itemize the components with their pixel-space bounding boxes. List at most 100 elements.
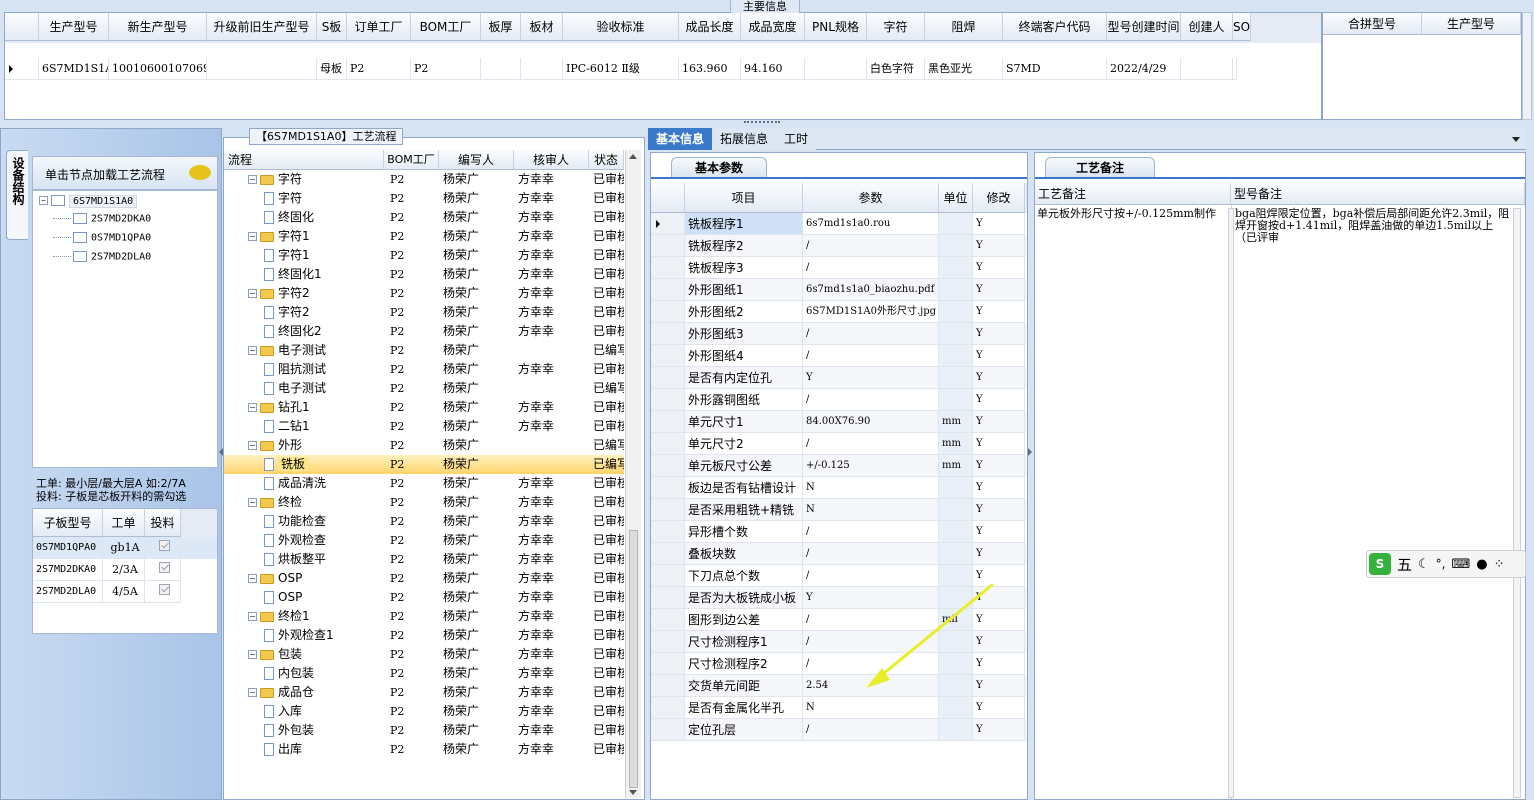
param-modify-cell[interactable]: Y bbox=[973, 323, 1025, 345]
main-cell[interactable]: S7MD bbox=[1003, 58, 1107, 80]
main-col-header[interactable]: 订单工厂 bbox=[347, 13, 411, 41]
flow-row[interactable]: 烘板整平 P2 杨荣广 方幸幸 已审核 bbox=[224, 550, 624, 569]
param-unit-cell[interactable] bbox=[939, 631, 973, 653]
param-item-cell[interactable]: 是否有金属化半孔 bbox=[685, 697, 803, 719]
param-modify-cell[interactable]: Y bbox=[973, 411, 1025, 433]
param-item-cell[interactable]: 是否采用粗铣+精铣 bbox=[685, 499, 803, 521]
param-value-cell[interactable]: 2.54 bbox=[803, 675, 939, 697]
flow-row[interactable]: − 字符 P2 杨荣广 方幸幸 已审核 bbox=[224, 170, 624, 189]
splitter-handle[interactable] bbox=[744, 121, 780, 125]
param-value-cell[interactable]: N bbox=[803, 697, 939, 719]
sub-board-row[interactable]: 2S7MD2DLA0 4/5A bbox=[33, 581, 217, 603]
main-cell[interactable]: 6S7MD1S1A0 bbox=[39, 58, 109, 80]
param-col-header[interactable]: 修改 bbox=[973, 183, 1025, 213]
param-item-cell[interactable]: 外形图纸3 bbox=[685, 323, 803, 345]
vertical-scrollbar[interactable] bbox=[1522, 12, 1532, 120]
param-item-cell[interactable]: 板边是否有钻槽设计 bbox=[685, 477, 803, 499]
model-note-text[interactable]: bga阻焊限定位置，bga补偿后局部间距允许2.3mil，阻焊开窗按d+1.41… bbox=[1235, 208, 1511, 244]
param-unit-cell[interactable] bbox=[939, 697, 973, 719]
flow-row[interactable]: − 终检1 P2 杨荣广 方幸幸 已审核 bbox=[224, 607, 624, 626]
flow-name-cell[interactable]: − OSP bbox=[224, 569, 384, 588]
param-unit-cell[interactable] bbox=[939, 257, 973, 279]
collapse-icon[interactable]: − bbox=[248, 232, 257, 241]
param-modify-cell[interactable]: Y bbox=[973, 213, 1025, 235]
param-item-cell[interactable]: 是否有内定位孔 bbox=[685, 367, 803, 389]
param-value-cell[interactable]: 6s7md1s1a0_biaozhu.pdf bbox=[803, 279, 939, 301]
grid-icon[interactable]: ⁘ bbox=[1494, 557, 1505, 572]
flow-name-cell[interactable]: − 字符1 bbox=[224, 227, 384, 246]
param-modify-cell[interactable]: Y bbox=[973, 345, 1025, 367]
param-unit-cell[interactable] bbox=[939, 367, 973, 389]
main-col-header[interactable]: 验收标准 bbox=[563, 13, 679, 41]
param-modify-cell[interactable]: Y bbox=[973, 565, 1025, 587]
flow-row[interactable]: − 包装 P2 杨荣广 方幸幸 已审核 bbox=[224, 645, 624, 664]
param-modify-cell[interactable]: Y bbox=[973, 389, 1025, 411]
moon-icon[interactable]: ☾ bbox=[1418, 557, 1430, 572]
flow-name-cell[interactable]: − 终检1 bbox=[224, 607, 384, 626]
flow-name-cell[interactable]: 出库 bbox=[224, 740, 384, 759]
flow-scrollbar[interactable] bbox=[625, 150, 641, 798]
param-unit-cell[interactable] bbox=[939, 323, 973, 345]
param-value-cell[interactable]: / bbox=[803, 719, 939, 741]
param-item-cell[interactable]: 下刀点总个数 bbox=[685, 565, 803, 587]
param-row[interactable]: 单元尺寸1 84.00X76.90 mm Y bbox=[651, 411, 1027, 433]
param-item-cell[interactable]: 尺寸检测程序2 bbox=[685, 653, 803, 675]
note-scrollbar[interactable] bbox=[1228, 208, 1234, 798]
param-item-cell[interactable]: 图形到边公差 bbox=[685, 609, 803, 631]
flow-row[interactable]: 字符1 P2 杨荣广 方幸幸 已审核 bbox=[224, 246, 624, 265]
param-item-cell[interactable]: 单元尺寸2 bbox=[685, 433, 803, 455]
param-row[interactable]: 是否有内定位孔 Y Y bbox=[651, 367, 1027, 389]
flow-name-cell[interactable]: 烘板整平 bbox=[224, 550, 384, 569]
param-modify-cell[interactable]: Y bbox=[973, 609, 1025, 631]
collapse-icon[interactable]: − bbox=[248, 574, 257, 583]
flow-row[interactable]: − 字符1 P2 杨荣广 方幸幸 已审核 bbox=[224, 227, 624, 246]
main-col-header[interactable]: 阻焊 bbox=[925, 13, 1003, 41]
main-col-header[interactable]: PNL规格 bbox=[805, 13, 867, 41]
flow-row[interactable]: 终固化 P2 杨荣广 方幸幸 已审核 bbox=[224, 208, 624, 227]
tree-node[interactable]: 2S7MD2DKA0 bbox=[53, 213, 151, 225]
param-modify-cell[interactable]: Y bbox=[973, 521, 1025, 543]
user-icon[interactable]: ● bbox=[1476, 557, 1487, 572]
flow-row[interactable]: 成品清洗 P2 杨荣广 方幸幸 已审核 bbox=[224, 474, 624, 493]
merge-col-header[interactable]: 合拼型号 bbox=[1323, 13, 1422, 35]
flow-name-cell[interactable]: 终固化 bbox=[224, 208, 384, 227]
param-col-header[interactable]: 项目 bbox=[685, 183, 803, 213]
param-unit-cell[interactable]: mm bbox=[939, 433, 973, 455]
param-modify-cell[interactable]: Y bbox=[973, 719, 1025, 741]
process-note-text[interactable]: 单元板外形尺寸按+/-0.125mm制作 bbox=[1037, 208, 1227, 220]
param-value-cell[interactable]: / bbox=[803, 631, 939, 653]
param-value-cell[interactable]: N bbox=[803, 499, 939, 521]
param-row[interactable]: 异形槽个数 / Y bbox=[651, 521, 1027, 543]
param-unit-cell[interactable] bbox=[939, 301, 973, 323]
param-value-cell[interactable]: / bbox=[803, 323, 939, 345]
collapse-icon[interactable]: − bbox=[248, 688, 257, 697]
param-unit-cell[interactable] bbox=[939, 719, 973, 741]
param-unit-cell[interactable] bbox=[939, 587, 973, 609]
collapse-icon[interactable]: − bbox=[248, 612, 257, 621]
param-row[interactable]: 单元尺寸2/mm Y bbox=[651, 433, 1027, 455]
param-item-cell[interactable]: 外形图纸1 bbox=[685, 279, 803, 301]
main-cell[interactable]: 母板 bbox=[317, 58, 347, 80]
param-unit-cell[interactable] bbox=[939, 279, 973, 301]
param-value-cell[interactable]: +/-0.125 bbox=[803, 455, 939, 477]
feed-checkbox[interactable] bbox=[158, 584, 170, 595]
main-cell[interactable]: 白色字符 bbox=[867, 58, 925, 80]
param-unit-cell[interactable] bbox=[939, 477, 973, 499]
main-grid-row[interactable]: 6S7MD1S1A010010600107069母板P2P2IPC-6012 Ⅱ… bbox=[5, 58, 1321, 80]
flow-name-cell[interactable]: − 字符2 bbox=[224, 284, 384, 303]
param-modify-cell[interactable]: Y bbox=[973, 543, 1025, 565]
main-cell[interactable]: IPC-6012 Ⅱ级 bbox=[563, 58, 679, 80]
main-col-header[interactable]: 终端客户代码 bbox=[1003, 13, 1107, 41]
punctuation-icon[interactable]: °, bbox=[1436, 557, 1446, 571]
splitter-arrow[interactable] bbox=[1028, 448, 1032, 456]
ime-mode-label[interactable]: 五 bbox=[1397, 554, 1412, 575]
param-modify-cell[interactable]: Y bbox=[973, 675, 1025, 697]
param-row[interactable]: 交货单元间距 2.54 Y bbox=[651, 675, 1027, 697]
merge-col-header[interactable]: 生产型号 bbox=[1422, 13, 1521, 35]
param-unit-cell[interactable]: mm bbox=[939, 411, 973, 433]
param-value-cell[interactable]: / bbox=[803, 521, 939, 543]
main-col-header[interactable]: SO bbox=[1233, 13, 1252, 41]
flow-row[interactable]: − 成品仓 P2 杨荣广 方幸幸 已审核 bbox=[224, 683, 624, 702]
main-cell[interactable]: P2 bbox=[347, 58, 411, 80]
main-cell[interactable] bbox=[481, 58, 521, 80]
